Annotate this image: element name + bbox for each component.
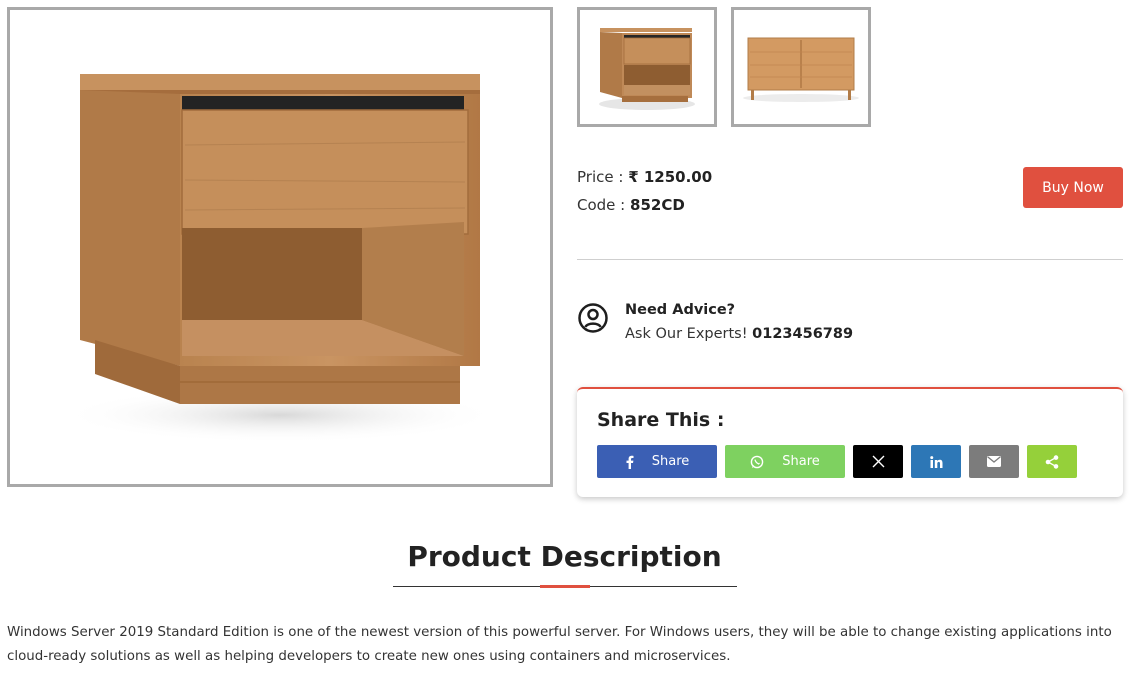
code-value: 852CD (630, 196, 685, 214)
nightstand-thumbnail-image (599, 28, 695, 110)
whatsapp-share-label: Share (782, 454, 820, 469)
linkedin-icon (929, 455, 942, 468)
facebook-share-button[interactable]: Share (597, 445, 717, 478)
whatsapp-share-button[interactable]: Share (725, 445, 845, 478)
x-icon (872, 455, 884, 468)
share-card: Share This : Share Share (577, 387, 1123, 497)
email-share-button[interactable] (969, 445, 1019, 478)
whatsapp-icon (750, 455, 764, 468)
divider (577, 259, 1123, 260)
share-more-button[interactable] (1027, 445, 1077, 478)
title-underline-accent (540, 585, 590, 588)
share-icon (1045, 454, 1059, 469)
user-circle-icon (578, 303, 608, 333)
email-icon (987, 456, 1001, 467)
buy-now-button[interactable]: Buy Now (1023, 167, 1123, 208)
nightstand-image (60, 74, 500, 443)
advice-title: Need Advice? (625, 302, 736, 318)
x-share-button[interactable] (853, 445, 903, 478)
main-product-image (7, 7, 553, 487)
code-label: Code : (577, 196, 626, 214)
code-row: Code : 852CD (577, 196, 685, 214)
share-title: Share This : (597, 409, 725, 431)
sideboard-thumbnail-image (743, 37, 859, 102)
product-description-title: Product Description (407, 540, 722, 573)
thumbnail-nightstand[interactable] (577, 7, 717, 127)
price-label: Price : (577, 168, 624, 186)
advice-text-row: Ask Our Experts! 0123456789 (625, 326, 853, 342)
price-value: ₹ 1250.00 (628, 168, 713, 186)
facebook-share-label: Share (651, 454, 690, 469)
advice-text: Ask Our Experts! (625, 326, 748, 342)
thumbnail-sideboard[interactable] (731, 7, 871, 127)
price-row: Price : ₹ 1250.00 (577, 168, 712, 186)
facebook-icon (626, 455, 634, 469)
advice-phone[interactable]: 0123456789 (752, 326, 853, 342)
linkedin-share-button[interactable] (911, 445, 961, 478)
product-description-text: Windows Server 2019 Standard Edition is … (7, 625, 1112, 664)
